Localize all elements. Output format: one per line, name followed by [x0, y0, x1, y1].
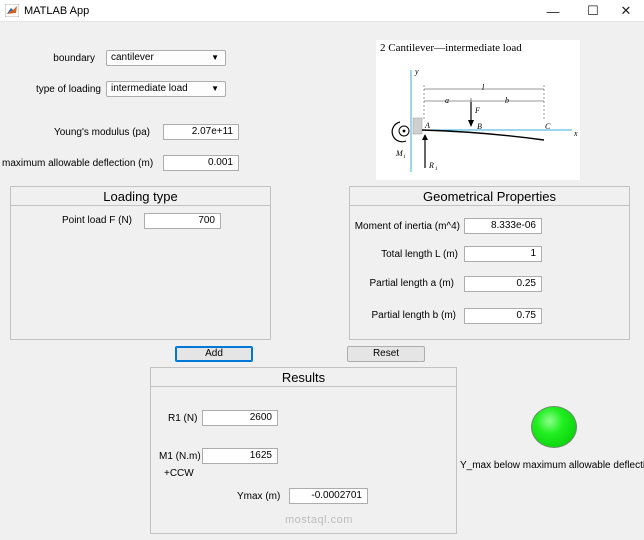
x-axis-label: x — [573, 129, 578, 138]
reaction-arrow-icon — [422, 134, 428, 140]
title-bar: MATLAB App — ☐ ✕ — [0, 0, 644, 22]
geometry-panel-title: Geometrical Properties — [350, 187, 629, 206]
boundary-label: boundary — [53, 53, 95, 64]
partial-b-field[interactable]: 0.75 — [464, 308, 542, 324]
youngs-modulus-field[interactable]: 2.07e+11 — [163, 124, 239, 140]
length-b-label: b — [505, 96, 509, 105]
close-button[interactable]: ✕ — [608, 0, 644, 22]
results-panel-title: Results — [151, 368, 456, 387]
y-axis-label: y — [414, 67, 419, 76]
point-load-label: Point load F (N) — [61, 215, 132, 226]
close-icon: ✕ — [620, 3, 632, 18]
loading-type-dropdown[interactable]: intermediate load ▼ — [106, 81, 226, 97]
status-message: Y_max below maximum allowable deflection — [460, 460, 644, 471]
boundary-dropdown-value: cantilever — [111, 52, 154, 63]
matlab-logo-icon — [5, 4, 19, 17]
total-length-label: Total length L (m) — [381, 249, 458, 260]
add-button[interactable]: Add — [175, 346, 253, 362]
partial-a-field[interactable]: 0.25 — [464, 276, 542, 292]
dropdown-arrow-icon: ▼ — [211, 84, 219, 93]
ymax-field: -0.0002701 — [289, 488, 368, 504]
loading-type-panel: Loading type Point load F (N) 700 — [10, 186, 271, 340]
m1-field: 1625 — [202, 448, 278, 464]
point-load-field[interactable]: 700 — [144, 213, 221, 229]
point-b-label: B — [477, 122, 482, 131]
beam-diagram: 2 Cantilever—intermediate load y l a b F… — [376, 40, 580, 180]
geometry-panel: Geometrical Properties Moment of inertia… — [349, 186, 630, 340]
results-panel: Results R1 (N) 2600 M1 (N.m) 1625 +CCW Y… — [150, 367, 457, 534]
loading-type-dropdown-value: intermediate load — [111, 83, 188, 94]
youngs-modulus-label: Young's modulus (pa) — [53, 127, 150, 138]
m1-label: M1 (N.m) — [159, 451, 201, 462]
boundary-dropdown[interactable]: cantilever ▼ — [106, 50, 226, 66]
max-deflection-field[interactable]: 0.001 — [163, 155, 239, 171]
maximize-icon: ☐ — [587, 3, 599, 18]
partial-b-label: Partial length b (m) — [371, 310, 456, 321]
loading-type-panel-title: Loading type — [11, 187, 270, 206]
r1-label: R1 (N) — [168, 413, 198, 424]
reset-button[interactable]: Reset — [347, 346, 425, 362]
ymax-label: Ymax (m) — [237, 491, 281, 502]
cantilever-diagram-figure: 2 Cantilever—intermediate load y l a b F… — [380, 42, 578, 172]
inertia-field[interactable]: 8.333e-06 — [464, 218, 542, 234]
watermark: mostaql.com — [285, 514, 353, 526]
diagram-heading: 2 Cantilever—intermediate load — [380, 42, 522, 54]
ccw-label: +CCW — [164, 468, 194, 479]
window-title: MATLAB App — [24, 5, 90, 17]
partial-a-label: Partial length a (m) — [369, 278, 454, 289]
total-length-field[interactable]: 1 — [464, 246, 542, 262]
force-label: F — [474, 106, 480, 115]
minimize-button[interactable]: — — [535, 0, 571, 22]
moment-subscript: 1 — [403, 155, 406, 160]
point-c-label: C — [545, 122, 551, 131]
force-arrow-icon — [468, 120, 474, 127]
length-l-label: l — [482, 83, 485, 92]
deflected-beam — [421, 129, 545, 141]
max-deflection-label: maximum allowable deflection (m) — [2, 158, 154, 169]
minimize-icon: — — [546, 3, 560, 19]
r1-field: 2600 — [202, 410, 278, 426]
reaction-subscript: 1 — [435, 167, 438, 172]
reaction-label: R — [428, 161, 434, 170]
wall-support — [412, 117, 423, 135]
point-a-label: A — [424, 121, 430, 130]
loading-type-label: type of loading — [35, 84, 101, 95]
maximize-button[interactable]: ☐ — [575, 0, 611, 22]
inertia-label: Moment of inertia (m^4) — [354, 221, 460, 232]
dropdown-arrow-icon: ▼ — [211, 53, 219, 62]
deflection-status-lamp — [531, 406, 577, 448]
length-a-label: a — [445, 96, 449, 105]
